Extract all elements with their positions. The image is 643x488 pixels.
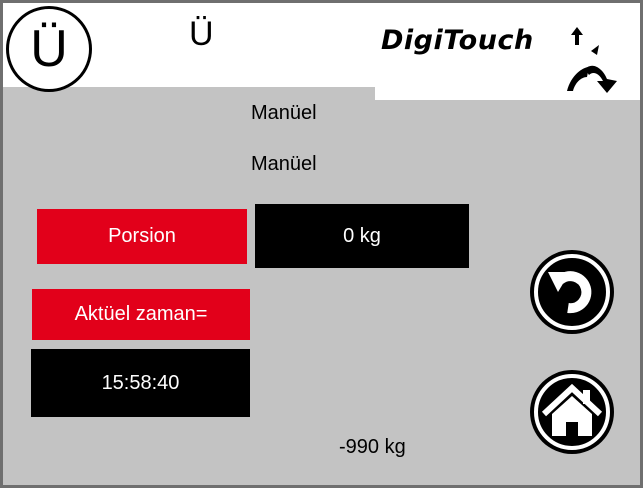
portion-value-field[interactable]: 0 kg [255, 204, 469, 268]
brand-badge: Ü [6, 6, 92, 92]
hmi-screen: Ü Ü DigiTouch Manüel Manüel Porsion 0 kg… [0, 0, 643, 488]
brand-badge-char: Ü [30, 20, 68, 78]
digitouch-logo: DigiTouch [375, 3, 640, 100]
mode-line-1: Manüel [251, 102, 317, 124]
home-icon [534, 374, 610, 450]
portion-value: 0 kg [343, 224, 381, 247]
header-title: Ü [189, 15, 214, 53]
portion-label: Porsion [108, 225, 176, 247]
mode-line-2: Manüel [251, 153, 317, 175]
current-time-value: 15:58:40 [101, 371, 180, 394]
back-arrow-icon [534, 254, 610, 330]
current-time-label: Aktüel zaman= [74, 303, 208, 325]
logo-text: DigiTouch [381, 25, 534, 56]
back-button[interactable] [530, 250, 614, 334]
weight-readout: -990 kg [339, 436, 406, 458]
portion-button[interactable]: Porsion [37, 209, 247, 264]
logo-swoosh-icon [567, 27, 617, 93]
home-button[interactable] [530, 370, 614, 454]
current-time-display: 15:58:40 [31, 349, 250, 417]
current-time-button[interactable]: Aktüel zaman= [32, 289, 250, 340]
